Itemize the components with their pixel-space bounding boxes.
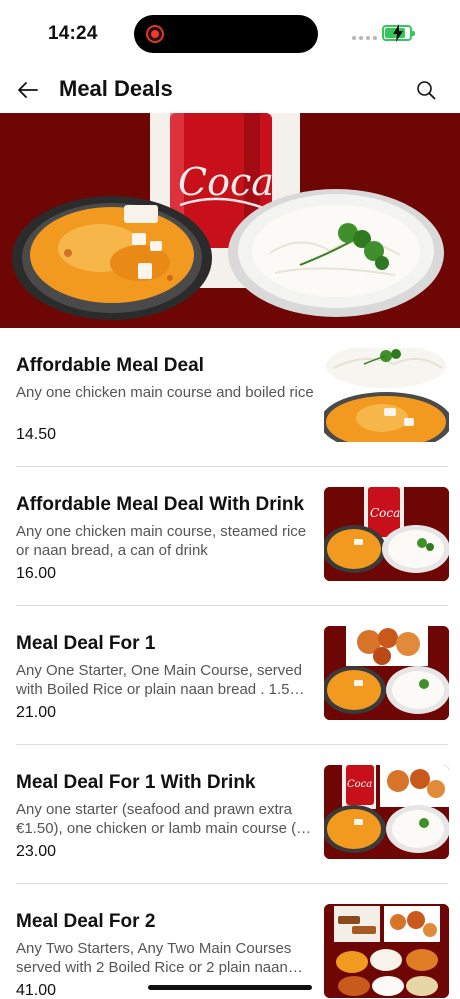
- item-description: Any Two Starters, Any Two Main Courses s…: [16, 940, 303, 976]
- item-text: Affordable Meal Deal Any one chicken mai…: [16, 354, 314, 444]
- list-item[interactable]: Affordable Meal Deal With Drink Any one …: [16, 467, 449, 606]
- list-item[interactable]: Meal Deal For 1 Any One Starter, One Mai…: [16, 606, 449, 745]
- item-name: Meal Deal For 1: [16, 633, 156, 654]
- arrow-left-icon: [18, 82, 38, 98]
- item-price: 16.00: [16, 565, 57, 582]
- charging-bolt-icon: [393, 24, 403, 42]
- svg-text:Coca: Coca: [347, 779, 372, 790]
- item-text: Meal Deal For 1 With Drink Any one start…: [16, 771, 314, 861]
- home-indicator[interactable]: [148, 985, 312, 990]
- item-description: Any one chicken main course and boiled r…: [16, 384, 314, 401]
- item-thumbnail: [324, 904, 449, 998]
- back-button[interactable]: [12, 74, 44, 106]
- svg-text:Coca: Coca: [178, 160, 274, 204]
- item-name: Affordable Meal Deal: [16, 355, 204, 376]
- item-description: Any one chicken main course, steamed ric…: [16, 523, 307, 559]
- svg-text:Coca: Coca: [370, 506, 400, 520]
- item-description: Any one starter (seafood and prawn extra…: [16, 801, 312, 837]
- status-time: 14:24: [48, 23, 98, 44]
- item-thumbnail: Coca: [324, 765, 449, 859]
- search-icon: [417, 81, 436, 100]
- search-button[interactable]: [410, 74, 442, 106]
- status-bar: 14:24: [0, 0, 460, 70]
- item-name: Meal Deal For 2: [16, 911, 156, 932]
- list-item[interactable]: Meal Deal For 2 Any Two Starters, Any Tw…: [16, 884, 449, 999]
- item-name: Meal Deal For 1 With Drink: [16, 772, 256, 793]
- dynamic-island: [134, 15, 318, 53]
- item-description: Any One Starter, One Main Course, served…: [16, 662, 305, 698]
- item-price: 14.50: [16, 426, 57, 443]
- navigation-header: Meal Deals: [0, 70, 460, 114]
- item-name: Affordable Meal Deal With Drink: [16, 494, 305, 515]
- item-thumbnail: [324, 626, 449, 720]
- list-item[interactable]: Affordable Meal Deal Any one chicken mai…: [16, 328, 449, 467]
- item-text: Meal Deal For 1 Any One Starter, One Mai…: [16, 632, 314, 722]
- meal-deal-list: Affordable Meal Deal Any one chicken mai…: [0, 328, 460, 999]
- signal-icon: [352, 36, 377, 40]
- item-text: Affordable Meal Deal With Drink Any one …: [16, 493, 314, 583]
- recording-indicator-icon: [146, 25, 164, 43]
- item-thumbnail: [324, 348, 449, 442]
- item-price: 21.00: [16, 704, 57, 721]
- list-item[interactable]: Meal Deal For 1 With Drink Any one start…: [16, 745, 449, 884]
- item-price: 23.00: [16, 843, 57, 860]
- page-title: Meal Deals: [59, 76, 173, 101]
- hero-banner-image: Coca: [0, 113, 460, 328]
- item-thumbnail: Coca: [324, 487, 449, 581]
